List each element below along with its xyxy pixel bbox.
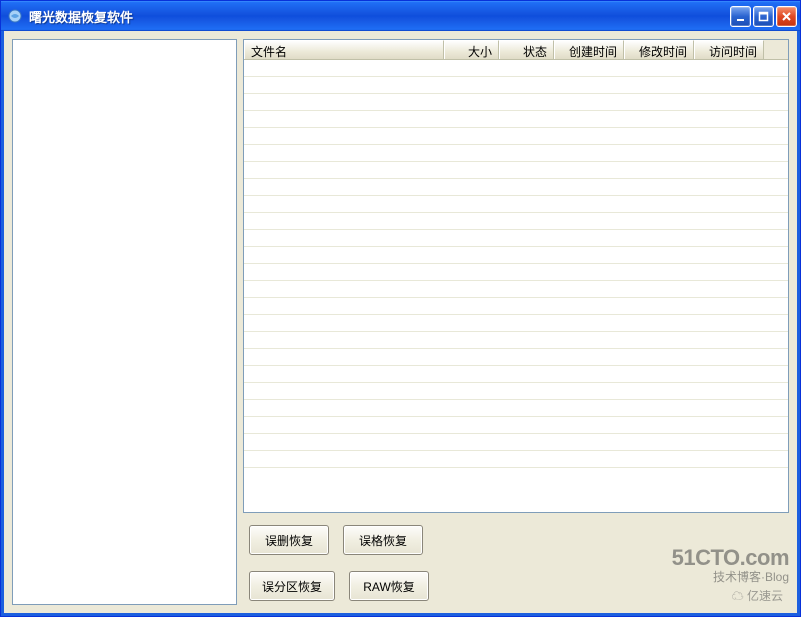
col-status[interactable]: 状态 [499, 40, 554, 59]
table-row[interactable] [244, 94, 788, 111]
table-row[interactable] [244, 60, 788, 77]
col-modified[interactable]: 修改时间 [624, 40, 694, 59]
table-row[interactable] [244, 230, 788, 247]
col-filename[interactable]: 文件名 [244, 40, 444, 59]
table-row[interactable] [244, 281, 788, 298]
recover-deleted-button[interactable]: 误删恢复 [249, 525, 329, 555]
table-row[interactable] [244, 315, 788, 332]
col-created[interactable]: 创建时间 [554, 40, 624, 59]
window-title: 曙光数据恢复软件 [29, 7, 730, 26]
app-window: 曙光数据恢复软件 文件名 大小 状态 创建时间 修改时间 [0, 0, 801, 617]
file-listview[interactable]: 文件名 大小 状态 创建时间 修改时间 访问时间 [243, 39, 789, 513]
titlebar[interactable]: 曙光数据恢复软件 [1, 1, 800, 31]
right-pane: 文件名 大小 状态 创建时间 修改时间 访问时间 误删恢复 误格恢复 误分区恢复… [243, 39, 789, 605]
recover-partition-button[interactable]: 误分区恢复 [249, 571, 335, 601]
button-row-2: 误分区恢复 RAW恢复 [243, 559, 789, 605]
table-row[interactable] [244, 451, 788, 468]
maximize-button[interactable] [753, 6, 774, 27]
window-controls [730, 6, 797, 27]
recover-format-button[interactable]: 误格恢复 [343, 525, 423, 555]
table-row[interactable] [244, 128, 788, 145]
table-row[interactable] [244, 417, 788, 434]
table-row[interactable] [244, 264, 788, 281]
table-row[interactable] [244, 196, 788, 213]
table-row[interactable] [244, 162, 788, 179]
table-row[interactable] [244, 247, 788, 264]
table-row[interactable] [244, 349, 788, 366]
app-icon [7, 8, 23, 24]
table-row[interactable] [244, 213, 788, 230]
table-row[interactable] [244, 298, 788, 315]
client-area: 文件名 大小 状态 创建时间 修改时间 访问时间 误删恢复 误格恢复 误分区恢复… [1, 31, 800, 616]
table-row[interactable] [244, 400, 788, 417]
list-body[interactable] [244, 60, 788, 512]
col-size[interactable]: 大小 [444, 40, 499, 59]
table-row[interactable] [244, 332, 788, 349]
table-row[interactable] [244, 111, 788, 128]
table-row[interactable] [244, 145, 788, 162]
minimize-button[interactable] [730, 6, 751, 27]
table-row[interactable] [244, 434, 788, 451]
col-accessed[interactable]: 访问时间 [694, 40, 764, 59]
close-button[interactable] [776, 6, 797, 27]
list-header: 文件名 大小 状态 创建时间 修改时间 访问时间 [244, 40, 788, 60]
tree-panel[interactable] [12, 39, 237, 605]
button-row-1: 误删恢复 误格恢复 [243, 513, 789, 559]
table-row[interactable] [244, 366, 788, 383]
table-row[interactable] [244, 77, 788, 94]
table-row[interactable] [244, 383, 788, 400]
recover-raw-button[interactable]: RAW恢复 [349, 571, 429, 601]
table-row[interactable] [244, 179, 788, 196]
